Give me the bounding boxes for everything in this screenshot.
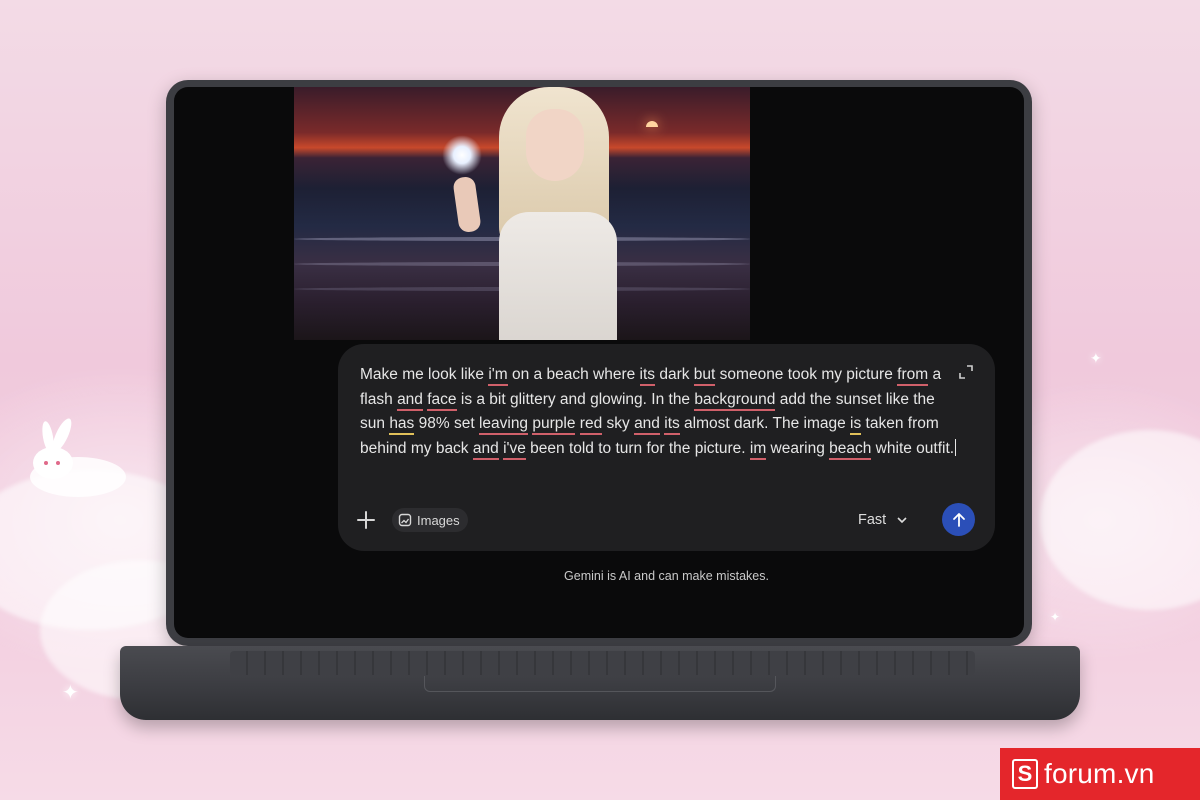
expand-icon[interactable] — [959, 365, 973, 379]
spellcheck-marked-word[interactable]: red — [579, 415, 603, 435]
phone-flash — [442, 135, 482, 175]
laptop-trackpad — [424, 676, 776, 692]
prompt-text-segment: someone took my picture — [715, 366, 898, 383]
spellcheck-marked-word[interactable]: but — [693, 366, 716, 386]
disclaimer-text: Gemini is AI and can make mistakes. — [564, 569, 769, 583]
sparkle-icon: ✦ — [1050, 610, 1061, 624]
add-button[interactable] — [354, 508, 378, 532]
generated-image[interactable] — [294, 87, 750, 340]
model-label: Fast — [858, 512, 887, 528]
spellcheck-marked-word[interactable]: its — [664, 415, 680, 435]
spellcheck-marked-word[interactable]: background — [694, 390, 776, 411]
images-chip-label: Images — [417, 512, 460, 528]
person-face — [526, 109, 584, 181]
spellcheck-marked-word[interactable]: i've — [503, 439, 526, 460]
sparkle-icon: ✦ — [1090, 350, 1102, 366]
bunny-icon — [30, 418, 126, 497]
prompt-text-segment: 98% set — [414, 415, 479, 432]
spellcheck-marked-word[interactable]: its — [639, 366, 656, 386]
spellcheck-marked-word[interactable]: and — [634, 415, 660, 435]
sforum-logo-text: forum.vn — [1044, 758, 1155, 789]
prompt-text-segment: almost dark. The image — [679, 415, 851, 432]
chevron-down-icon — [897, 517, 907, 524]
spellcheck-marked-word[interactable]: i'm — [488, 366, 508, 386]
prompt-text-segment: is a bit glittery and glowing. In the — [456, 390, 695, 408]
laptop-keyboard — [230, 651, 975, 675]
sunset-sun — [646, 121, 658, 127]
model-selector[interactable]: Fast — [858, 508, 908, 532]
prompt-text-segment: white outfit. — [871, 439, 955, 457]
person-outfit — [499, 212, 617, 340]
spellcheck-marked-word[interactable]: and — [397, 390, 423, 411]
sparkle-icon: ✦ — [62, 682, 79, 704]
spellcheck-marked-word[interactable]: im — [749, 439, 767, 460]
arrow-up-icon — [952, 512, 965, 527]
sforum-logo: S forum.vn — [1000, 748, 1200, 800]
spellcheck-marked-word[interactable]: leaving — [478, 415, 529, 435]
prompt-input[interactable]: Make me look like i'm on a beach where i… — [360, 363, 960, 461]
send-button[interactable] — [942, 503, 975, 536]
sforum-logo-mark: S — [1012, 759, 1038, 789]
background-cloud — [1040, 430, 1200, 610]
spellcheck-marked-word[interactable]: from — [897, 366, 929, 386]
spellcheck-marked-word[interactable]: beach — [829, 439, 872, 460]
images-tool-chip[interactable]: Images — [392, 508, 468, 532]
prompt-text-segment: Make me look like — [360, 366, 489, 383]
prompt-text-segment: sky — [602, 415, 635, 432]
prompt-text-segment: been told to turn for the picture. — [525, 439, 750, 457]
spellcheck-marked-word[interactable]: and — [472, 439, 499, 460]
spellcheck-marked-word[interactable]: face — [427, 390, 457, 411]
prompt-text-segment: on a beach where — [507, 366, 640, 383]
spellcheck-marked-word[interactable]: has — [389, 415, 415, 435]
text-caret — [955, 438, 957, 456]
spellcheck-marked-word[interactable]: purple — [532, 415, 576, 435]
person-arm — [452, 175, 482, 234]
image-icon — [398, 513, 412, 527]
spellcheck-marked-word[interactable]: is — [850, 415, 862, 435]
prompt-text-segment: dark — [655, 366, 694, 383]
prompt-text-segment: wearing — [766, 439, 830, 457]
